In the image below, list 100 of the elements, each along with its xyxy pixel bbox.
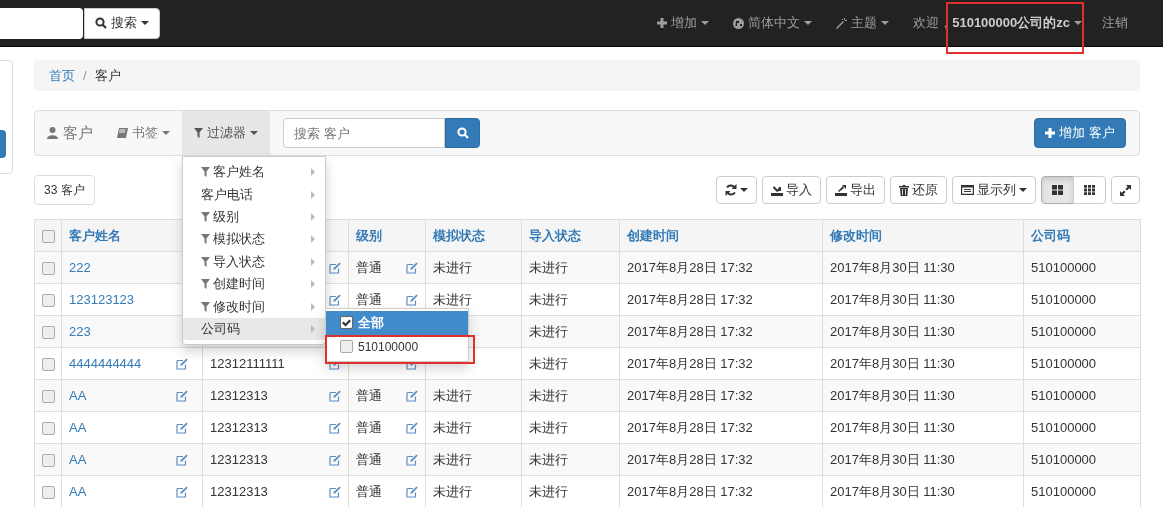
edit-icon[interactable] bbox=[176, 485, 188, 498]
search-field[interactable] bbox=[0, 7, 83, 39]
table-cell: 2017年8月28日 17:32 bbox=[619, 411, 823, 444]
table-cell: 未进行 bbox=[425, 379, 522, 412]
checkbox[interactable] bbox=[41, 293, 55, 307]
table-cell: 510100000 bbox=[1023, 251, 1141, 284]
menu-item[interactable]: 客户电话 bbox=[183, 183, 325, 206]
edit-icon[interactable] bbox=[329, 389, 341, 402]
caret-icon bbox=[740, 188, 748, 192]
submenu-arrow-icon bbox=[311, 235, 315, 244]
submenu-arrow-icon bbox=[311, 324, 315, 333]
import-button[interactable]: 导入 bbox=[762, 176, 821, 204]
export-button[interactable]: 导出 bbox=[826, 176, 885, 204]
fullscreen-button[interactable] bbox=[1111, 176, 1140, 204]
edit-icon[interactable] bbox=[176, 357, 188, 370]
view-toggle[interactable] bbox=[1073, 176, 1106, 204]
edit-icon[interactable] bbox=[406, 261, 418, 274]
submenu-arrow-icon bbox=[311, 280, 315, 289]
trash-icon bbox=[899, 184, 909, 196]
caret-icon bbox=[804, 21, 813, 25]
edit-icon[interactable] bbox=[329, 421, 341, 434]
customer-link[interactable]: 222 bbox=[69, 259, 91, 276]
edit-icon[interactable] bbox=[406, 485, 418, 498]
table-cell: 510100000 bbox=[1023, 347, 1141, 380]
checkbox[interactable] bbox=[41, 229, 55, 243]
header-cell: 模拟状态 bbox=[425, 219, 522, 252]
customer-link[interactable]: AA bbox=[69, 483, 87, 500]
table-cell: 2017年8月28日 17:32 bbox=[619, 251, 823, 284]
nav-menu[interactable]: 欢迎，510100000公司的zc bbox=[901, 0, 1094, 47]
checkbox[interactable] bbox=[41, 485, 55, 499]
user-icon bbox=[47, 127, 58, 139]
checkbox[interactable] bbox=[41, 357, 55, 371]
table-cell: 2017年8月30日 11:30 bbox=[822, 411, 1024, 444]
edit-icon[interactable] bbox=[406, 421, 418, 434]
search-button[interactable]: 搜索 bbox=[84, 7, 160, 39]
search-field[interactable]: 搜索 客户 bbox=[283, 118, 445, 148]
header-cell: 修改时间 bbox=[822, 219, 1024, 252]
cell-text: 12312313 bbox=[210, 419, 268, 436]
header-cell: 创建时间 bbox=[619, 219, 823, 252]
table-cell: 2017年8月30日 11:30 bbox=[822, 251, 1024, 284]
columns-button[interactable]: 显示列 bbox=[952, 176, 1036, 204]
header-cell: 导入状态 bbox=[521, 219, 620, 252]
search-button[interactable] bbox=[445, 118, 480, 148]
table-cell: 2017年8月28日 17:32 bbox=[619, 315, 823, 348]
refresh-icon bbox=[725, 184, 737, 196]
edit-icon[interactable] bbox=[329, 293, 341, 306]
submenu-item[interactable]: 全部 bbox=[326, 310, 468, 335]
edit-icon[interactable] bbox=[176, 453, 188, 466]
fullscreen-icon bbox=[1120, 184, 1131, 196]
customer-link[interactable]: AA bbox=[69, 387, 87, 404]
menu-item[interactable]: 创建时间 bbox=[183, 272, 325, 296]
edit-icon[interactable] bbox=[329, 485, 341, 498]
edit-icon[interactable] bbox=[176, 421, 188, 434]
customer-link[interactable]: AA bbox=[69, 419, 87, 436]
edit-icon[interactable] bbox=[329, 261, 341, 274]
checkbox[interactable] bbox=[41, 325, 55, 339]
edit-icon[interactable] bbox=[406, 293, 418, 306]
table-cell: 2017年8月30日 11:30 bbox=[822, 443, 1024, 476]
nav-menu[interactable]: 主题 bbox=[824, 0, 902, 47]
checkbox[interactable] bbox=[41, 421, 55, 435]
plus-icon bbox=[657, 18, 668, 28]
cell-text: 12312313 bbox=[210, 451, 268, 468]
edit-icon[interactable] bbox=[406, 389, 418, 402]
table-cell: 未进行 bbox=[521, 283, 620, 316]
cell-text: 普通 bbox=[356, 259, 382, 276]
edit-icon[interactable] bbox=[406, 453, 418, 466]
view-toggle[interactable] bbox=[1041, 176, 1074, 204]
filter-menu[interactable]: 过滤器 bbox=[182, 111, 270, 155]
add-customer-button[interactable]: 增加 客户 bbox=[1034, 118, 1126, 148]
table-cell: 未进行 bbox=[521, 251, 620, 284]
checkbox[interactable] bbox=[340, 340, 353, 354]
search-icon bbox=[456, 127, 469, 139]
nav-menu[interactable]: 简体中文 bbox=[721, 0, 825, 47]
menu-item[interactable]: 导入状态 bbox=[183, 250, 325, 273]
checkbox[interactable] bbox=[41, 261, 55, 275]
checkbox[interactable] bbox=[340, 316, 353, 330]
refresh-button[interactable] bbox=[716, 176, 757, 204]
edit-icon[interactable] bbox=[329, 453, 341, 466]
cell-text: 普通 bbox=[356, 387, 382, 404]
bookmarks-menu[interactable]: 书签 bbox=[105, 111, 182, 155]
book-icon bbox=[117, 128, 128, 138]
customer-link[interactable]: 223 bbox=[69, 323, 91, 340]
edit-icon[interactable] bbox=[176, 389, 188, 402]
restore-button[interactable]: 还原 bbox=[890, 176, 947, 204]
checkbox[interactable] bbox=[41, 453, 55, 467]
caret-icon bbox=[881, 21, 890, 25]
nav-menu[interactable]: 增加 bbox=[645, 0, 722, 47]
menu-item[interactable]: 修改时间 bbox=[183, 295, 325, 318]
table-cell: 未进行 bbox=[425, 411, 522, 444]
customer-link[interactable]: AA bbox=[69, 451, 87, 468]
cell-text: 普通 bbox=[356, 451, 382, 468]
search-icon bbox=[95, 17, 107, 29]
submenu-item[interactable]: 510100000 bbox=[326, 334, 468, 359]
table-cell: 510100000 bbox=[1023, 443, 1141, 476]
submenu-arrow-icon bbox=[311, 168, 315, 177]
checkbox[interactable] bbox=[41, 389, 55, 403]
logout-link[interactable]: 注销 bbox=[1094, 14, 1163, 32]
menu-item[interactable]: 客户姓名 bbox=[183, 161, 325, 184]
page-title: 客户 bbox=[63, 123, 93, 143]
breadcrumb-link[interactable]: 首页 bbox=[49, 66, 75, 85]
